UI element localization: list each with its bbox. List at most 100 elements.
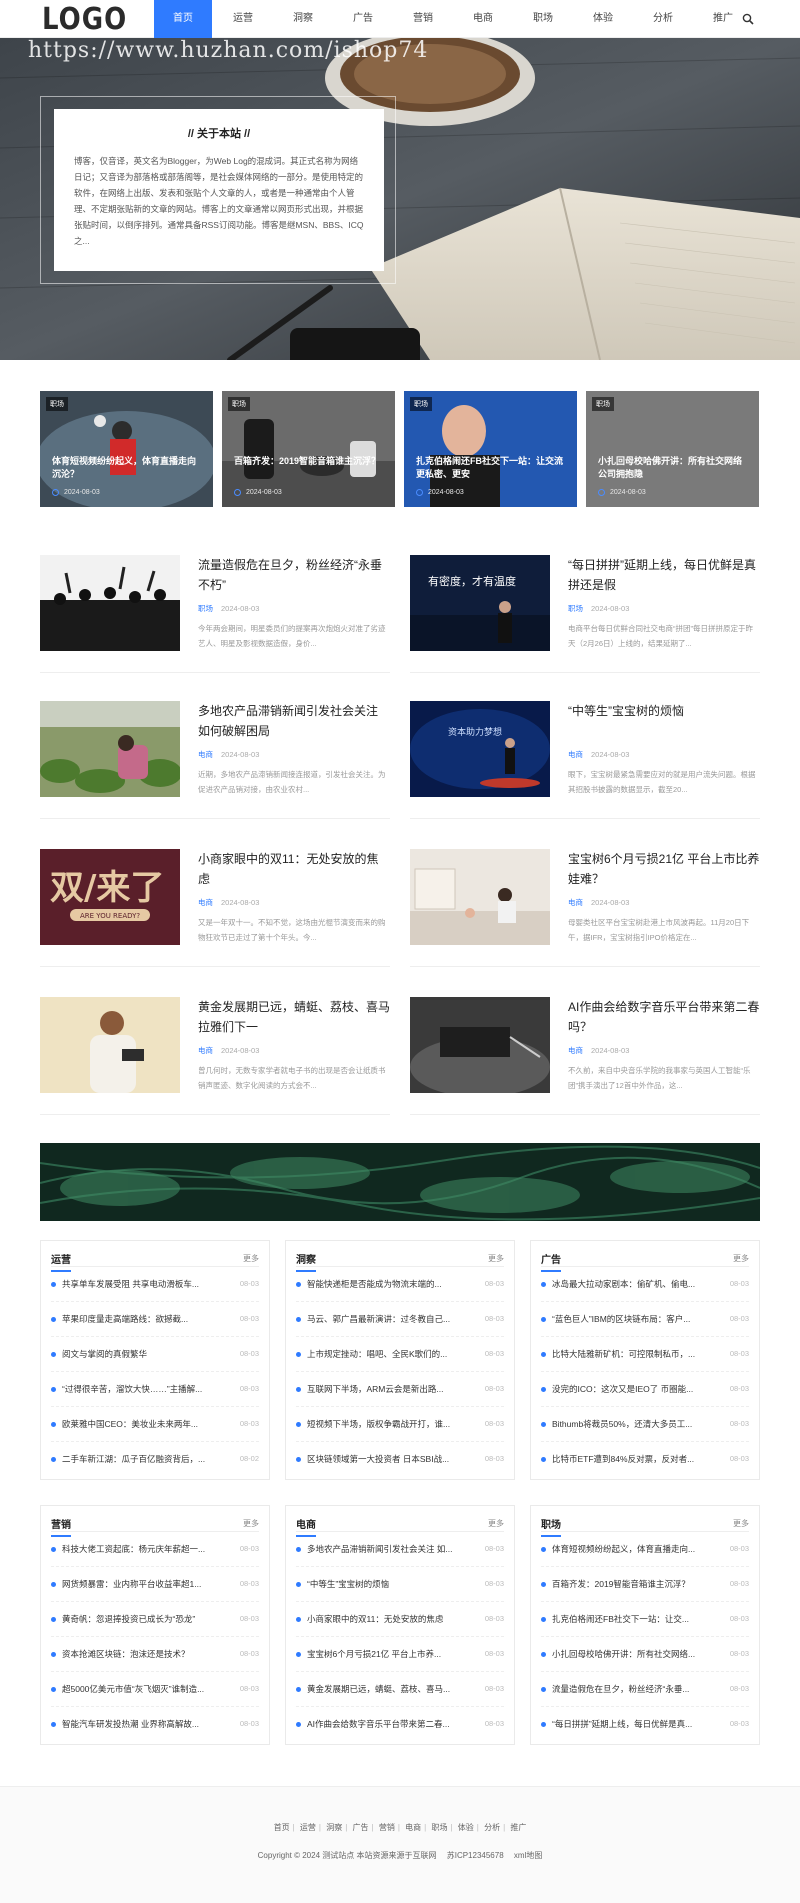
category-list-item[interactable]: “每日拼拼”延期上线，每日优鲜是真... 08-03 <box>541 1707 749 1742</box>
article-thumbnail[interactable] <box>410 849 550 945</box>
category-list-item[interactable]: 黄金发展期已远，蜻蜓、荔枝、喜马... 08-03 <box>296 1672 504 1707</box>
more-link[interactable]: 更多 <box>488 1518 504 1529</box>
article-item[interactable]: 宝宝树6个月亏损21亿 平台上市比养娃难？ 电商 2024-08-03 母婴类社区… <box>410 849 760 967</box>
footer-link[interactable]: 职场 <box>431 1823 447 1832</box>
category-item-title[interactable]: 区块链领域第一大投资者 日本SBI战... <box>307 1453 467 1465</box>
featured-title[interactable]: 扎克伯格闹还FB社交下一站：让交流更私密、更安 <box>416 455 566 481</box>
featured-card[interactable]: 职场 扎克伯格闹还FB社交下一站：让交流更私密、更安 2024-08-03 <box>404 391 577 507</box>
article-category[interactable]: 电商 <box>198 750 213 759</box>
category-item-title[interactable]: 欧莱雅中国CEO：美妆业未来两年... <box>62 1418 222 1430</box>
article-thumbnail[interactable] <box>40 997 180 1093</box>
category-list-item[interactable]: 体育短视频纷纷起义，体育直播走向... 08-03 <box>541 1532 749 1567</box>
article-category[interactable]: 职场 <box>568 604 583 613</box>
category-list-item[interactable]: 没完的ICO：这次又是IEO了 币圈能... 08-03 <box>541 1372 749 1407</box>
category-item-title[interactable]: 扎克伯格闹还FB社交下一站：让交... <box>552 1613 712 1625</box>
more-link[interactable]: 更多 <box>243 1518 259 1529</box>
category-item-title[interactable]: 苹果印度量走高端路线：欲撼截... <box>62 1313 222 1325</box>
menu-item-home[interactable]: 首页 <box>154 0 212 38</box>
category-item-title[interactable]: 阅文与掌阅的真假繁华 <box>62 1348 222 1360</box>
icp-link[interactable]: 苏ICP12345678 <box>447 1851 504 1860</box>
menu-item-insight[interactable]: 洞察 <box>274 0 332 38</box>
article-title[interactable]: 小商家眼中的双11：无处安放的焦虑 <box>198 849 390 889</box>
article-title[interactable]: 多地农产品滞销新闻引发社会关注 如何破解困局 <box>198 701 390 741</box>
category-list-item[interactable]: 资本抢滩区块链：泡沫还是技术？ 08-03 <box>51 1637 259 1672</box>
category-list-item[interactable]: 多地农产品滞销新闻引发社会关注 如... 08-03 <box>296 1532 504 1567</box>
article-title[interactable]: “中等生”宝宝树的烦恼 <box>568 701 760 721</box>
category-item-title[interactable]: 网货频暴雷：业内称平台收益率超1... <box>62 1578 222 1590</box>
featured-title[interactable]: 百箱齐发：2019智能音箱谁主沉浮？ <box>234 455 384 468</box>
category-item-title[interactable]: 小扎回母校哈佛开讲：所有社交网络... <box>552 1648 712 1660</box>
category-item-title[interactable]: “蓝色巨人”IBM的区块链布局：客户... <box>552 1313 712 1325</box>
footer-link[interactable]: 营销 <box>379 1823 395 1832</box>
category-list-item[interactable]: 上市规定挫动：唱吧、全民K歌们的... 08-03 <box>296 1337 504 1372</box>
featured-card[interactable]: 职场 小扎回母校哈佛开讲：所有社交网络公司拥抱隐 2024-08-03 <box>586 391 759 507</box>
featured-title[interactable]: 体育短视频纷纷起义，体育直播走向沉沦？ <box>52 455 202 481</box>
article-item[interactable]: 有密度，才有温度 “每日拼拼”延期上线，每日优鲜是真拼还是假 职场 2024-08… <box>410 555 760 673</box>
article-thumbnail[interactable] <box>410 997 550 1093</box>
category-item-title[interactable]: 智能汽车研发投热潮 业界称高解故... <box>62 1718 222 1730</box>
category-list-item[interactable]: 小商家眼中的双11：无处安放的焦虑 08-03 <box>296 1602 504 1637</box>
article-title[interactable]: 宝宝树6个月亏损21亿 平台上市比养娃难？ <box>568 849 760 889</box>
featured-card[interactable]: 职场 百箱齐发：2019智能音箱谁主沉浮？ 2024-08-03 <box>222 391 395 507</box>
category-item-title[interactable]: “每日拼拼”延期上线，每日优鲜是真... <box>552 1718 712 1730</box>
category-item-title[interactable]: 马云、郭广昌最新演讲：过冬教自己... <box>307 1313 467 1325</box>
article-item[interactable]: 双/来了 ARE YOU READY? 小商家眼中的双11：无处安放的焦虑 电商… <box>40 849 390 967</box>
category-list-item[interactable]: 比特币ETF遭到84%反对票，反对者... 08-03 <box>541 1442 749 1477</box>
category-list-item[interactable]: 比特大陆雅新矿机：可控限制私币，... 08-03 <box>541 1337 749 1372</box>
article-title[interactable]: 流量造假危在旦夕，粉丝经济“永垂不朽” <box>198 555 390 595</box>
category-item-title[interactable]: AI作曲会给数字音乐平台带来第二春... <box>307 1718 467 1730</box>
article-item[interactable]: 流量造假危在旦夕，粉丝经济“永垂不朽” 职场 2024-08-03 今年两会期间，… <box>40 555 390 673</box>
article-title[interactable]: 黄金发展期已远，蜻蜓、荔枝、喜马拉雅们下一 <box>198 997 390 1037</box>
category-item-title[interactable]: 共享单车发展受阻 共享电动滑板车... <box>62 1278 222 1290</box>
menu-item-operations[interactable]: 运营 <box>214 0 272 38</box>
category-list-item[interactable]: 超5000亿美元市值“灰飞烟灭”谁制造... 08-03 <box>51 1672 259 1707</box>
footer-link[interactable]: 分析 <box>484 1823 500 1832</box>
category-item-title[interactable]: 比特币ETF遭到84%反对票，反对者... <box>552 1453 712 1465</box>
article-item[interactable]: 多地农产品滞销新闻引发社会关注 如何破解困局 电商 2024-08-03 近期，多… <box>40 701 390 819</box>
article-item[interactable]: 资本助力梦想 “中等生”宝宝树的烦恼 电商 2024-08-03 眼下，宝宝树最紧… <box>410 701 760 819</box>
category-list-item[interactable]: 区块链领域第一大投资者 日本SBI战... 08-03 <box>296 1442 504 1477</box>
category-list-item[interactable]: 黄奇帆：忽退捧投资已成长为“恐龙” 08-03 <box>51 1602 259 1637</box>
article-category[interactable]: 电商 <box>568 1046 583 1055</box>
article-item[interactable]: AI作曲会给数字音乐平台带来第二春吗？ 电商 2024-08-03 不久前，来自中… <box>410 997 760 1115</box>
category-item-title[interactable]: Bithumb将裁员50%，还清大多员工... <box>552 1418 712 1430</box>
article-item[interactable]: 黄金发展期已远，蜻蜓、荔枝、喜马拉雅们下一 电商 2024-08-03 曾几何时，… <box>40 997 390 1115</box>
category-list-item[interactable]: “过得很辛苦，溜饮大快……”主播解... 08-03 <box>51 1372 259 1407</box>
category-list-item[interactable]: 欧莱雅中国CEO：美妆业未来两年... 08-03 <box>51 1407 259 1442</box>
category-list-item[interactable]: 百箱齐发：2019智能音箱谁主沉浮？ 08-03 <box>541 1567 749 1602</box>
article-category[interactable]: 电商 <box>568 898 583 907</box>
category-item-title[interactable]: 资本抢滩区块链：泡沫还是技术？ <box>62 1648 222 1660</box>
category-list-item[interactable]: 扎克伯格闹还FB社交下一站：让交... 08-03 <box>541 1602 749 1637</box>
category-item-title[interactable]: 超5000亿美元市值“灰飞烟灭”谁制造... <box>62 1683 222 1695</box>
sitemap-link[interactable]: xml地图 <box>514 1851 542 1860</box>
article-category[interactable]: 电商 <box>198 898 213 907</box>
category-item-title[interactable]: 没完的ICO：这次又是IEO了 币圈能... <box>552 1383 712 1395</box>
menu-item-ecommerce[interactable]: 电商 <box>454 0 512 38</box>
footer-link[interactable]: 运营 <box>300 1823 316 1832</box>
more-link[interactable]: 更多 <box>733 1253 749 1264</box>
category-item-title[interactable]: 智能快递柜是否能成为物流末端的... <box>307 1278 467 1290</box>
category-list-item[interactable]: 共享单车发展受阻 共享电动滑板车... 08-03 <box>51 1267 259 1302</box>
article-title[interactable]: “每日拼拼”延期上线，每日优鲜是真拼还是假 <box>568 555 760 595</box>
category-item-title[interactable]: 短视频下半场，版权争霸战开打，谁... <box>307 1418 467 1430</box>
article-title[interactable]: AI作曲会给数字音乐平台带来第二春吗？ <box>568 997 760 1037</box>
article-category[interactable]: 职场 <box>198 604 213 613</box>
article-thumbnail[interactable]: 资本助力梦想 <box>410 701 550 797</box>
category-item-title[interactable]: 互联网下半场，ARM云会是新出路... <box>307 1383 467 1395</box>
footer-link[interactable]: 体验 <box>458 1823 474 1832</box>
menu-item-experience[interactable]: 体验 <box>574 0 632 38</box>
category-list-item[interactable]: 流量造假危在旦夕，粉丝经济“永垂... 08-03 <box>541 1672 749 1707</box>
category-item-title[interactable]: 百箱齐发：2019智能音箱谁主沉浮？ <box>552 1578 712 1590</box>
category-list-item[interactable]: 苹果印度量走高端路线：欲撼截... 08-03 <box>51 1302 259 1337</box>
category-list-item[interactable]: Bithumb将裁员50%，还清大多员工... 08-03 <box>541 1407 749 1442</box>
more-link[interactable]: 更多 <box>243 1253 259 1264</box>
category-item-title[interactable]: 冰岛最大拉动家剧本：偷矿机、偷电... <box>552 1278 712 1290</box>
category-list-item[interactable]: 互联网下半场，ARM云会是新出路... 08-03 <box>296 1372 504 1407</box>
category-list-item[interactable]: AI作曲会给数字音乐平台带来第二春... 08-03 <box>296 1707 504 1742</box>
more-link[interactable]: 更多 <box>488 1253 504 1264</box>
category-list-item[interactable]: 二手车新江湖：瓜子百亿融资背后，... 08-02 <box>51 1442 259 1477</box>
category-list-item[interactable]: “蓝色巨人”IBM的区块链布局：客户... 08-03 <box>541 1302 749 1337</box>
category-list-item[interactable]: 小扎回母校哈佛开讲：所有社交网络... 08-03 <box>541 1637 749 1672</box>
category-item-title[interactable]: 科技大佬工资起底：杨元庆年薪超一... <box>62 1543 222 1555</box>
menu-item-marketing[interactable]: 营销 <box>394 0 452 38</box>
